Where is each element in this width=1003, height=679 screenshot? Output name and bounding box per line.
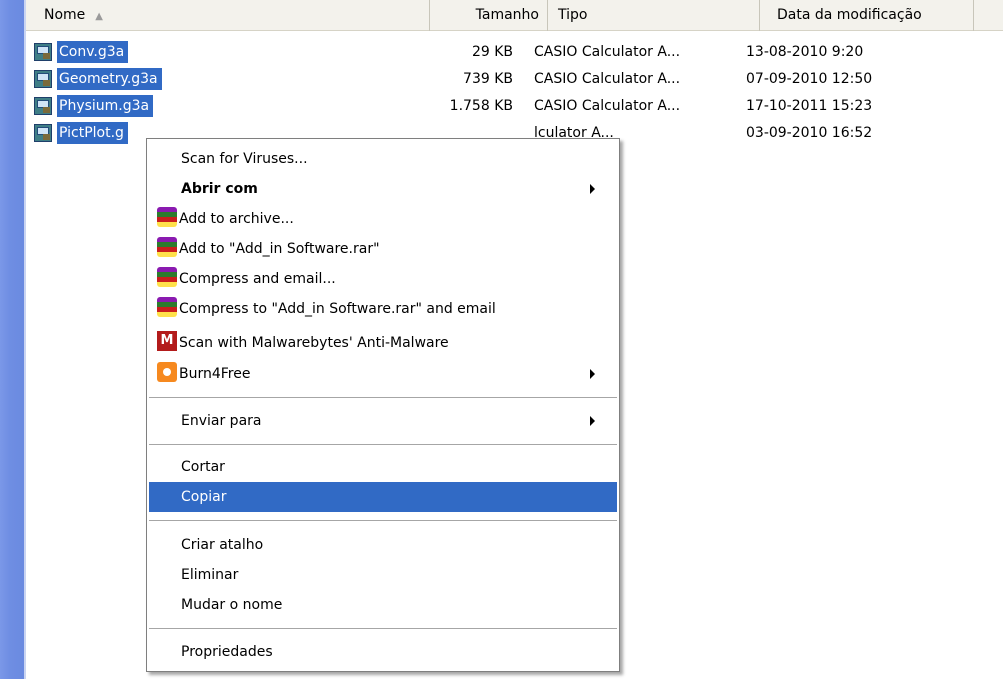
menu-item-abrir-com[interactable]: Abrir com bbox=[149, 174, 617, 204]
burn4free-icon bbox=[157, 362, 177, 382]
menu-item-eliminar[interactable]: Eliminar bbox=[149, 560, 617, 590]
file-type: CASIO Calculator A... bbox=[534, 44, 681, 60]
menu-item-cortar[interactable]: Cortar bbox=[149, 452, 617, 482]
submenu-arrow-icon bbox=[590, 416, 595, 426]
submenu-arrow-icon bbox=[590, 369, 595, 379]
menu-separator bbox=[149, 628, 617, 629]
g3a-file-icon bbox=[34, 97, 52, 115]
file-name[interactable]: Geometry.g3a bbox=[57, 68, 162, 90]
g3a-file-icon bbox=[34, 124, 52, 142]
menu-item-propriedades[interactable]: Propriedades bbox=[149, 637, 617, 667]
winrar-icon bbox=[157, 207, 177, 227]
menu-item-copiar[interactable]: Copiar bbox=[149, 482, 617, 512]
winrar-icon bbox=[157, 267, 177, 287]
file-row[interactable]: Geometry.g3a 739 KB CASIO Calculator A..… bbox=[26, 67, 1003, 91]
column-header-type[interactable]: Tipo bbox=[548, 0, 760, 31]
menu-separator bbox=[149, 444, 617, 445]
file-size: 1.758 KB bbox=[449, 98, 513, 114]
file-name[interactable]: Physium.g3a bbox=[57, 95, 154, 117]
g3a-file-icon bbox=[34, 43, 52, 61]
menu-item-enviar-para[interactable]: Enviar para bbox=[149, 406, 617, 436]
file-type: CASIO Calculator A... bbox=[534, 98, 681, 114]
column-header-name[interactable]: Nome ▲ bbox=[26, 0, 430, 31]
menu-item-burn4free[interactable]: Burn4Free bbox=[149, 359, 617, 389]
left-task-pane-edge bbox=[0, 0, 26, 679]
file-date: 03-09-2010 16:52 bbox=[746, 125, 873, 141]
file-name[interactable]: Conv.g3a bbox=[57, 41, 129, 63]
malwarebytes-icon: M bbox=[157, 331, 177, 351]
menu-item-compress-email[interactable]: Compress and email... bbox=[149, 264, 617, 294]
winrar-icon bbox=[157, 237, 177, 257]
menu-item-add-to-rar[interactable]: Add to "Add_in Software.rar" bbox=[149, 234, 617, 264]
file-type: CASIO Calculator A... bbox=[534, 71, 681, 87]
menu-item-mudar-nome[interactable]: Mudar o nome bbox=[149, 590, 617, 620]
column-header-empty[interactable] bbox=[974, 0, 1003, 31]
menu-item-compress-to-rar-email[interactable]: Compress to "Add_in Software.rar" and em… bbox=[149, 294, 617, 324]
menu-item-scan-malwarebytes[interactable]: M Scan with Malwarebytes' Anti-Malware bbox=[149, 328, 617, 358]
context-menu: Scan for Viruses... Abrir com Add to arc… bbox=[146, 138, 620, 672]
g3a-file-icon bbox=[34, 70, 52, 88]
winrar-icon bbox=[157, 297, 177, 317]
menu-item-scan-viruses[interactable]: Scan for Viruses... bbox=[149, 144, 617, 174]
file-row[interactable]: Conv.g3a 29 KB CASIO Calculator A... 13-… bbox=[26, 40, 1003, 64]
file-date: 13-08-2010 9:20 bbox=[746, 44, 864, 60]
file-date: 17-10-2011 15:23 bbox=[746, 98, 873, 114]
file-date: 07-09-2010 12:50 bbox=[746, 71, 873, 87]
menu-separator bbox=[149, 397, 617, 398]
sort-ascending-icon: ▲ bbox=[95, 11, 103, 22]
menu-item-criar-atalho[interactable]: Criar atalho bbox=[149, 530, 617, 560]
menu-separator bbox=[149, 520, 617, 521]
file-row[interactable]: Physium.g3a 1.758 KB CASIO Calculator A.… bbox=[26, 94, 1003, 118]
submenu-arrow-icon bbox=[590, 184, 595, 194]
column-header-bar: Nome ▲ Tamanho Tipo Data da modificação bbox=[26, 0, 1003, 31]
menu-item-add-archive[interactable]: Add to archive... bbox=[149, 204, 617, 234]
file-size: 29 KB bbox=[471, 44, 513, 60]
column-header-size[interactable]: Tamanho bbox=[430, 0, 548, 31]
file-name[interactable]: PictPlot.g bbox=[57, 122, 128, 144]
file-size: 739 KB bbox=[463, 71, 513, 87]
column-header-date[interactable]: Data da modificação bbox=[760, 0, 974, 31]
